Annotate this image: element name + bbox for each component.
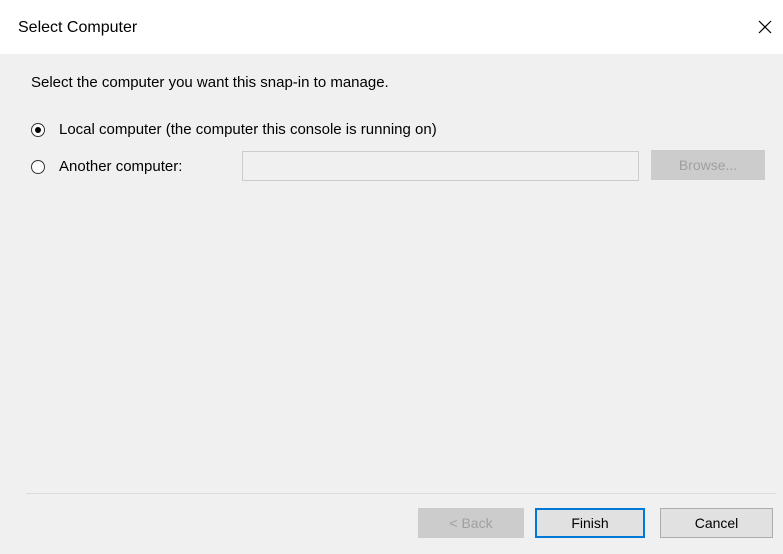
local-computer-radio[interactable] <box>31 122 45 137</box>
separator <box>26 493 776 494</box>
dialog-title: Select Computer <box>18 19 138 36</box>
back-button[interactable]: < Back <box>418 508 524 538</box>
close-button[interactable] <box>752 12 778 42</box>
another-computer-label: Another computer: <box>59 158 183 175</box>
another-computer-radio[interactable] <box>31 159 45 174</box>
browse-button[interactable]: Browse... <box>651 150 765 180</box>
instruction-text: Select the computer you want this snap-i… <box>31 74 389 91</box>
dialog-body: Select the computer you want this snap-i… <box>0 54 783 554</box>
cancel-button[interactable]: Cancel <box>660 508 773 538</box>
finish-button[interactable]: Finish <box>535 508 645 538</box>
another-computer-option[interactable]: Another computer: <box>31 158 182 175</box>
local-computer-option[interactable]: Local computer (the computer this consol… <box>31 121 437 138</box>
local-computer-label: Local computer (the computer this consol… <box>59 121 437 138</box>
title-bar: Select Computer <box>0 0 783 54</box>
another-computer-input[interactable] <box>242 151 639 181</box>
close-icon <box>758 20 772 34</box>
